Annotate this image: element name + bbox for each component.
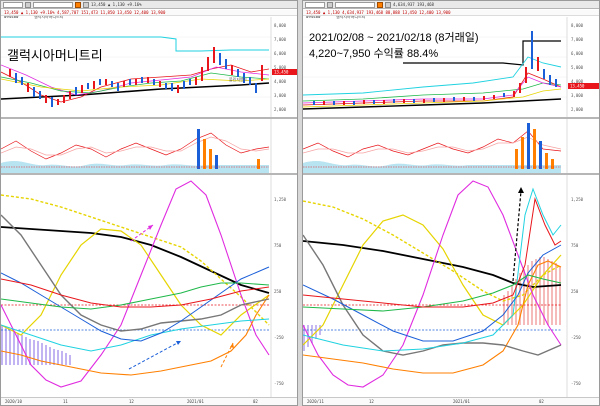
left-osc-tick-1: 750 bbox=[274, 243, 282, 248]
right-oscillator-chart: 1,250 750 250 -250 -750 bbox=[303, 175, 584, 397]
right-price-flag: 13,450 bbox=[570, 84, 585, 89]
left-oscillator-pane: 1,250 750 250 -250 -750 bbox=[1, 175, 297, 397]
right-price-tick-2: 6,000 bbox=[571, 51, 584, 56]
search-icon[interactable] bbox=[327, 1, 333, 8]
right-price-tick-3: 5,000 bbox=[571, 65, 584, 70]
right-osc-tick-4: -750 bbox=[571, 381, 581, 386]
right-date-3: 02 bbox=[539, 399, 544, 404]
right-price-tick-6: 2,000 bbox=[571, 107, 584, 112]
left-price-tick-6: 2,000 bbox=[274, 107, 287, 112]
left-osc-tick-0: 1,250 bbox=[274, 197, 287, 202]
left-volume-chart bbox=[1, 119, 272, 173]
left-osc-tick-2: 250 bbox=[274, 289, 282, 294]
right-osc-tick-1: 750 bbox=[571, 243, 579, 248]
left-name-field[interactable]: 갤럭시아머니트리 bbox=[33, 1, 73, 19]
refresh-icon[interactable] bbox=[83, 1, 89, 8]
right-osc-tick-3: -250 bbox=[571, 335, 581, 340]
right-osc-tick-2: 250 bbox=[571, 289, 579, 294]
right-osc-tick-0: 1,250 bbox=[571, 197, 584, 202]
right-price-pane: 8,000 7,000 6,000 5,000 4,000 3,000 2,00… bbox=[303, 17, 599, 117]
right-name-field[interactable]: 갤럭시아머니트리 bbox=[335, 1, 375, 19]
left-price-tick-1: 7,000 bbox=[274, 37, 287, 42]
left-date-4: 02 bbox=[253, 399, 258, 404]
left-osc-tick-3: -250 bbox=[274, 335, 284, 340]
right-annotation-line2: 4,220~7,950 수익률 88.4% bbox=[309, 45, 439, 61]
left-price-tick-0: 8,000 bbox=[274, 23, 287, 28]
left-quote: 13,450 ▲ 1,130 +9.16% bbox=[91, 2, 142, 7]
left-price-flag: 13,450 bbox=[274, 70, 289, 75]
flag-icon[interactable] bbox=[75, 1, 81, 8]
left-price-tick-5: 3,000 bbox=[274, 93, 287, 98]
right-volume-chart bbox=[303, 119, 568, 173]
left-price-label-small: 볼린저밴드 bbox=[229, 76, 248, 82]
left-date-1: 11 bbox=[63, 399, 68, 404]
left-date-axis: 2020/10 11 12 2021/01 02 bbox=[1, 397, 297, 405]
right-date-axis: 2020/11 12 2021/01 02 bbox=[303, 397, 599, 405]
right-annotation-line1: 2021/02/08 ~ 2021/02/18 (8거래일) bbox=[309, 29, 479, 45]
right-price-tick-0: 8,000 bbox=[571, 23, 584, 28]
right-oscillator-pane: 1,250 750 250 -250 -750 bbox=[303, 175, 599, 397]
left-price-tick-2: 6,000 bbox=[274, 51, 287, 56]
right-price-tick-5: 3,000 bbox=[571, 93, 584, 98]
left-date-0: 2020/10 bbox=[5, 399, 22, 404]
refresh-icon[interactable] bbox=[385, 1, 391, 8]
left-volume-pane bbox=[1, 119, 297, 173]
right-chart-window: 094480 갤럭시아머니트리 4,634,937 193,468 13,450… bbox=[302, 0, 600, 406]
left-date-3: 2021/01 bbox=[187, 399, 204, 404]
right-date-1: 12 bbox=[369, 399, 374, 404]
right-toolbar: 094480 갤럭시아머니트리 4,634,937 193,468 bbox=[303, 1, 599, 19]
right-price-tick-1: 7,000 bbox=[571, 37, 584, 42]
search-icon[interactable] bbox=[25, 1, 31, 8]
right-date-0: 2020/11 bbox=[307, 399, 324, 404]
right-date-2: 2021/01 bbox=[453, 399, 470, 404]
left-price-tick-4: 4,000 bbox=[274, 79, 287, 84]
left-annotation-title: 갤럭시아머니트리 bbox=[7, 45, 103, 64]
left-price-chart: 8,000 7,000 6,000 5,000 4,000 3,000 2,00… bbox=[1, 17, 297, 117]
left-toolbar: 094480 갤럭시아머니트리 13,450 ▲ 1,130 +9.16% bbox=[1, 1, 297, 19]
right-quote: 4,634,937 193,468 bbox=[393, 2, 434, 7]
left-oscillator-chart: 1,250 750 250 -250 -750 bbox=[1, 175, 287, 397]
right-code-input[interactable]: 094480 bbox=[305, 1, 325, 19]
left-code-input[interactable]: 094480 bbox=[3, 1, 23, 19]
flag-icon[interactable] bbox=[377, 1, 383, 8]
left-chart-window: 094480 갤럭시아머니트리 13,450 ▲ 1,130 +9.16% 13… bbox=[0, 0, 298, 406]
left-infobar: 13,450 ▲ 1,130 +9.16% 4,587,707 151,473 … bbox=[1, 10, 297, 16]
right-volume-pane bbox=[303, 119, 599, 173]
left-osc-tick-4: -750 bbox=[274, 381, 284, 386]
left-price-pane: 8,000 7,000 6,000 5,000 4,000 3,000 2,00… bbox=[1, 17, 297, 117]
left-date-2: 12 bbox=[129, 399, 134, 404]
right-infobar: 13,450 ▲ 1,130 4,634,937 193,468 88,888 … bbox=[303, 10, 599, 16]
